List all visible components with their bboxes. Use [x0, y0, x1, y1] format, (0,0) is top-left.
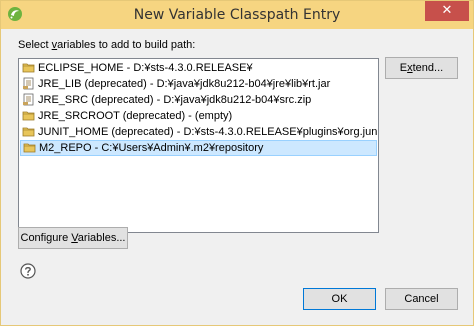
list-item-label: JUNIT_HOME (deprecated) - D:¥sts-4.3.0.R…	[38, 126, 379, 138]
close-button[interactable]: ✕	[425, 1, 469, 21]
folder-variable-icon	[22, 111, 35, 121]
extend-button[interactable]: Extend...	[385, 57, 458, 79]
list-item-label: M2_REPO - C:¥Users¥Admin¥.m2¥repository	[39, 142, 264, 154]
ok-button[interactable]: OK	[303, 288, 376, 310]
jar-variable-icon	[23, 77, 34, 90]
list-item-label: ECLIPSE_HOME - D:¥sts-4.3.0.RELEASE¥	[38, 62, 253, 74]
list-item[interactable]: ECLIPSE_HOME - D:¥sts-4.3.0.RELEASE¥	[20, 60, 377, 76]
dialog-body: Select variables to add to build path: E…	[2, 29, 472, 325]
variables-list[interactable]: ECLIPSE_HOME - D:¥sts-4.3.0.RELEASE¥ JRE…	[18, 58, 379, 233]
jar-variable-icon	[23, 93, 34, 106]
list-item-selected[interactable]: M2_REPO - C:¥Users¥Admin¥.m2¥repository	[20, 140, 377, 156]
help-icon[interactable]	[20, 263, 36, 279]
instruction-label: Select variables to add to build path:	[18, 39, 196, 51]
window-title: New Variable Classpath Entry	[133, 7, 341, 23]
list-item[interactable]: JRE_SRC (deprecated) - D:¥java¥jdk8u212-…	[20, 92, 377, 108]
title-bar[interactable]: New Variable Classpath Entry ✕	[1, 1, 473, 29]
list-item[interactable]: JRE_LIB (deprecated) - D:¥java¥jdk8u212-…	[20, 76, 377, 92]
list-item-label: JRE_SRC (deprecated) - D:¥java¥jdk8u212-…	[38, 94, 312, 106]
eclipse-app-icon	[8, 7, 22, 21]
folder-variable-icon	[22, 63, 35, 73]
configure-variables-button[interactable]: Configure Variables...	[18, 227, 128, 249]
list-item[interactable]: JRE_SRCROOT (deprecated) - (empty)	[20, 108, 377, 124]
list-item-label: JRE_SRCROOT (deprecated) - (empty)	[38, 110, 233, 122]
list-item[interactable]: JUNIT_HOME (deprecated) - D:¥sts-4.3.0.R…	[20, 124, 379, 140]
folder-variable-icon	[22, 127, 35, 137]
dialog-window: New Variable Classpath Entry ✕ Select va…	[0, 0, 474, 326]
cancel-button[interactable]: Cancel	[385, 288, 458, 310]
list-item-label: JRE_LIB (deprecated) - D:¥java¥jdk8u212-…	[38, 78, 331, 90]
folder-variable-icon	[23, 143, 36, 153]
